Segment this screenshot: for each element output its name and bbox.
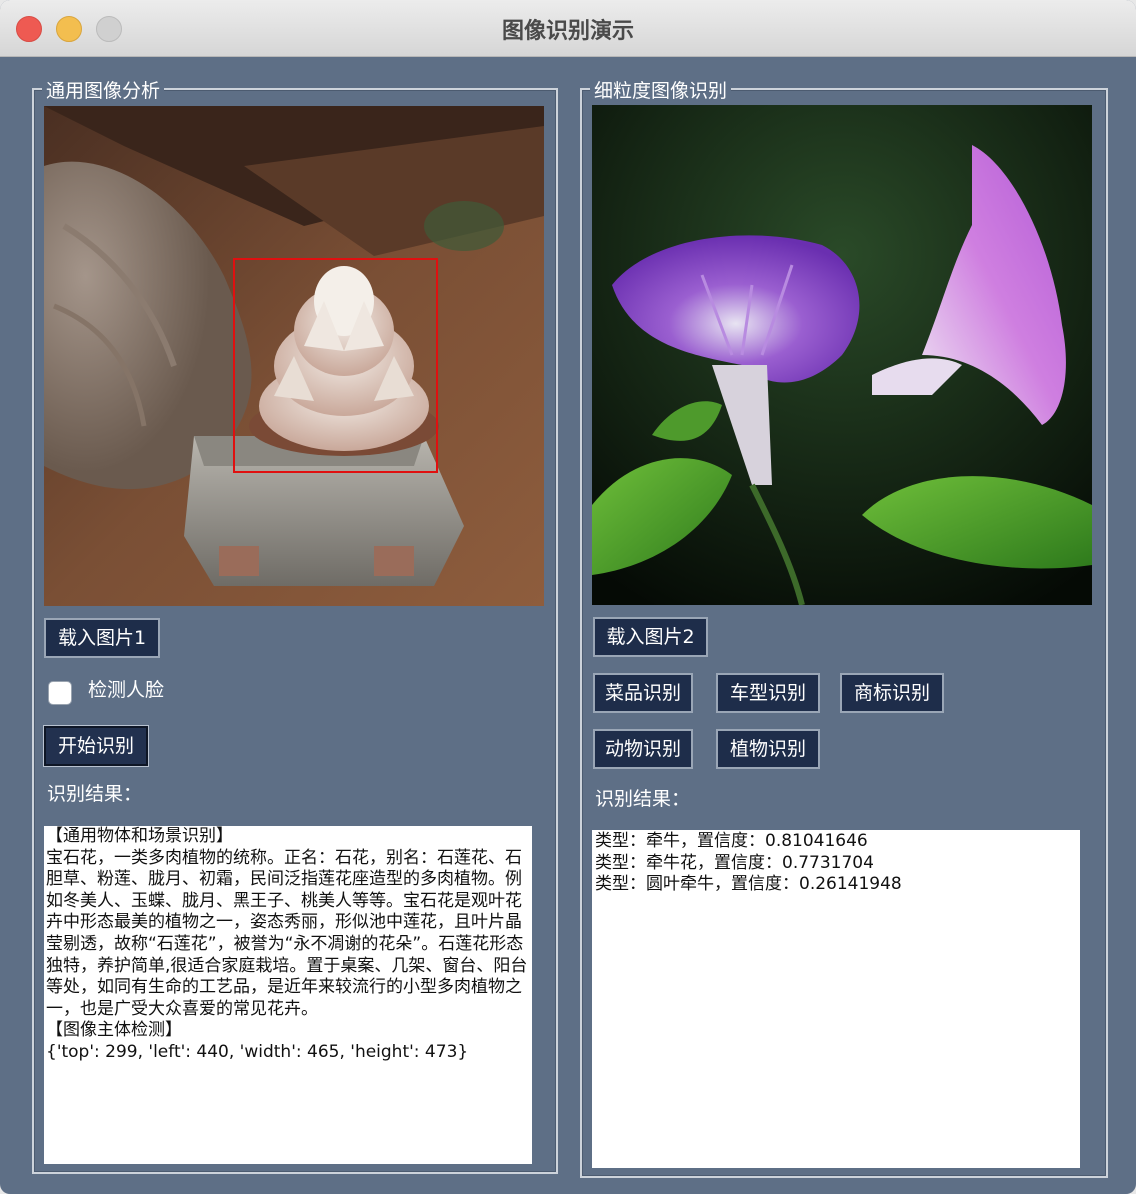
- title-bar: 图像识别演示: [0, 0, 1136, 57]
- dish-recognition-button[interactable]: 菜品识别: [593, 673, 693, 713]
- succulent-image: [44, 106, 544, 606]
- morning-glory-photo-illustration: [592, 105, 1092, 605]
- start-recognition-button[interactable]: 开始识别: [43, 725, 149, 767]
- right-result-label: 识别结果：: [595, 788, 691, 810]
- general-analysis-title: 通用图像分析: [42, 76, 165, 103]
- fine-grained-title: 细粒度图像识别: [590, 76, 732, 103]
- window-title: 图像识别演示: [501, 19, 634, 44]
- car-recognition-button[interactable]: 车型识别: [716, 673, 820, 713]
- app-window: 图像识别演示 通用图像分析 载入图片1 检测人脸 开始识别 识别结果： 【通用物…: [0, 0, 1136, 1194]
- general-result-textbox[interactable]: 【通用物体和场景识别】 宝石花，一类多肉植物的统称。正名：石花，别名：石莲花、石…: [44, 826, 532, 1164]
- detect-face-checkbox[interactable]: [48, 681, 72, 705]
- flower-image: [592, 105, 1092, 605]
- animal-recognition-button[interactable]: 动物识别: [593, 729, 693, 769]
- plant-recognition-button[interactable]: 植物识别: [716, 729, 820, 769]
- left-result-label: 识别结果：: [47, 783, 143, 805]
- logo-recognition-button[interactable]: 商标识别: [840, 673, 944, 713]
- detect-face-label: 检测人脸: [88, 679, 165, 701]
- load-image-2-button[interactable]: 载入图片2: [593, 617, 708, 657]
- succulent-photo-illustration: [44, 106, 544, 606]
- load-image-1-button[interactable]: 载入图片1: [44, 618, 160, 658]
- fine-grained-result-textbox[interactable]: 类型：牵牛，置信度：0.81041646 类型：牵牛花，置信度：0.773170…: [592, 830, 1080, 1168]
